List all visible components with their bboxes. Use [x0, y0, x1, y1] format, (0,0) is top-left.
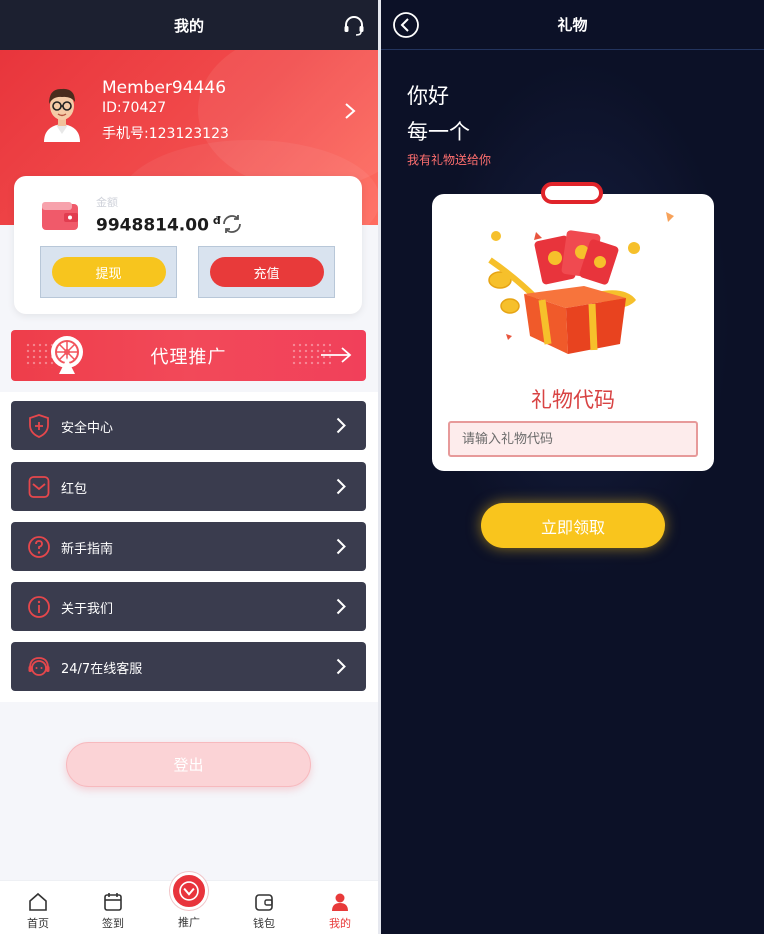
tab-label: 签到 — [102, 917, 124, 930]
shield-icon — [29, 414, 49, 438]
tab-label: 钱包 — [253, 917, 275, 930]
promote-icon — [179, 881, 199, 901]
gift-code-input[interactable] — [448, 421, 698, 457]
agent-promotion-banner[interactable]: 代理推广 — [11, 330, 366, 381]
refresh-icon[interactable] — [220, 212, 244, 236]
username: Member94446 — [102, 78, 227, 98]
withdraw-button[interactable]: 提现 — [51, 257, 166, 287]
menu-item-red-envelope[interactable]: 红包 — [11, 462, 366, 511]
gift-header: 礼物 — [381, 0, 764, 50]
page-title: 礼物 — [557, 16, 588, 34]
gift-code-title: 礼物代码 — [531, 388, 615, 412]
tab-promote[interactable] — [170, 872, 208, 910]
withdraw-container: 提现 — [40, 246, 177, 298]
menu-item-label: 红包 — [61, 482, 88, 497]
tab-label: 我的 — [329, 917, 351, 930]
menu-item-beginner-guide[interactable]: 新手指南 — [11, 522, 366, 571]
greeting-line2: 每一个 — [407, 120, 470, 144]
claim-button[interactable]: 立即领取 — [481, 503, 665, 548]
user-phone: 手机号:123123123 — [102, 126, 229, 142]
tab-mine[interactable]: 我的 — [310, 891, 370, 931]
menu-item-label: 安全中心 — [61, 421, 114, 436]
menu-item-customer-service[interactable]: 24/7在线客服 — [11, 642, 366, 691]
info-icon — [28, 596, 50, 618]
card-clip — [541, 182, 603, 204]
balance-value: 9948814.00 đ — [96, 214, 221, 236]
page-title: 我的 — [173, 16, 204, 35]
avatar — [44, 88, 80, 142]
menu-item-label: 24/7在线客服 — [61, 662, 143, 677]
chevron-right-icon — [345, 103, 356, 119]
wallet-icon — [42, 202, 78, 230]
tab-home[interactable]: 首页 — [8, 891, 68, 931]
recharge-container: 充值 — [198, 246, 335, 298]
app-root: 我的 Member94446 ID:70427 手机号:123123123 金额… — [0, 0, 764, 934]
chevron-right-icon — [336, 538, 346, 555]
agent-banner-label: 代理推广 — [150, 347, 227, 368]
recharge-button[interactable]: 充值 — [209, 257, 324, 287]
back-icon[interactable] — [392, 11, 420, 39]
headset-icon[interactable] — [342, 13, 366, 37]
home-icon — [29, 892, 47, 911]
tab-label: 推广 — [178, 916, 200, 929]
arrow-right-icon — [321, 347, 352, 363]
chevron-right-icon — [336, 417, 346, 434]
user-id: ID:70427 — [102, 100, 167, 116]
chevron-right-icon — [336, 478, 346, 495]
gift-screen: 礼物 你好 每一个 我有礼物送给你 礼物代码 请输入礼物代码 立即领取 — [381, 0, 764, 934]
user-icon — [332, 893, 348, 911]
menu-item-about-us[interactable]: 关于我们 — [11, 582, 366, 631]
menu-item-label: 关于我们 — [61, 602, 114, 617]
balance-label: 金额 — [96, 196, 118, 209]
gift-subtitle: 我有礼物送给你 — [407, 153, 492, 167]
calendar-icon — [104, 893, 122, 911]
question-icon — [28, 536, 50, 558]
gift-box-illustration — [488, 212, 674, 354]
menu-item-security-center[interactable]: 安全中心 — [11, 401, 366, 450]
customer-service-icon — [28, 657, 50, 676]
tab-wallet[interactable]: 钱包 — [234, 891, 294, 931]
tab-checkin[interactable]: 签到 — [83, 891, 143, 931]
greeting: 你好 — [407, 84, 449, 108]
chevron-right-icon — [336, 658, 346, 675]
logout-button[interactable]: 登出 — [66, 742, 311, 787]
wallet-icon — [255, 894, 273, 911]
menu-item-label: 新手指南 — [61, 542, 114, 557]
wallet-card: 金额 9948814.00 đ 提现 充值 — [14, 176, 362, 314]
profile-screen: 我的 Member94446 ID:70427 手机号:123123123 金额… — [0, 0, 378, 934]
chevron-right-icon — [336, 598, 346, 615]
balance-amount: 9948814.00 — [96, 215, 209, 236]
tab-label: 首页 — [27, 917, 49, 930]
profile-header: 我的 — [0, 0, 378, 50]
red-envelope-icon — [28, 476, 50, 498]
